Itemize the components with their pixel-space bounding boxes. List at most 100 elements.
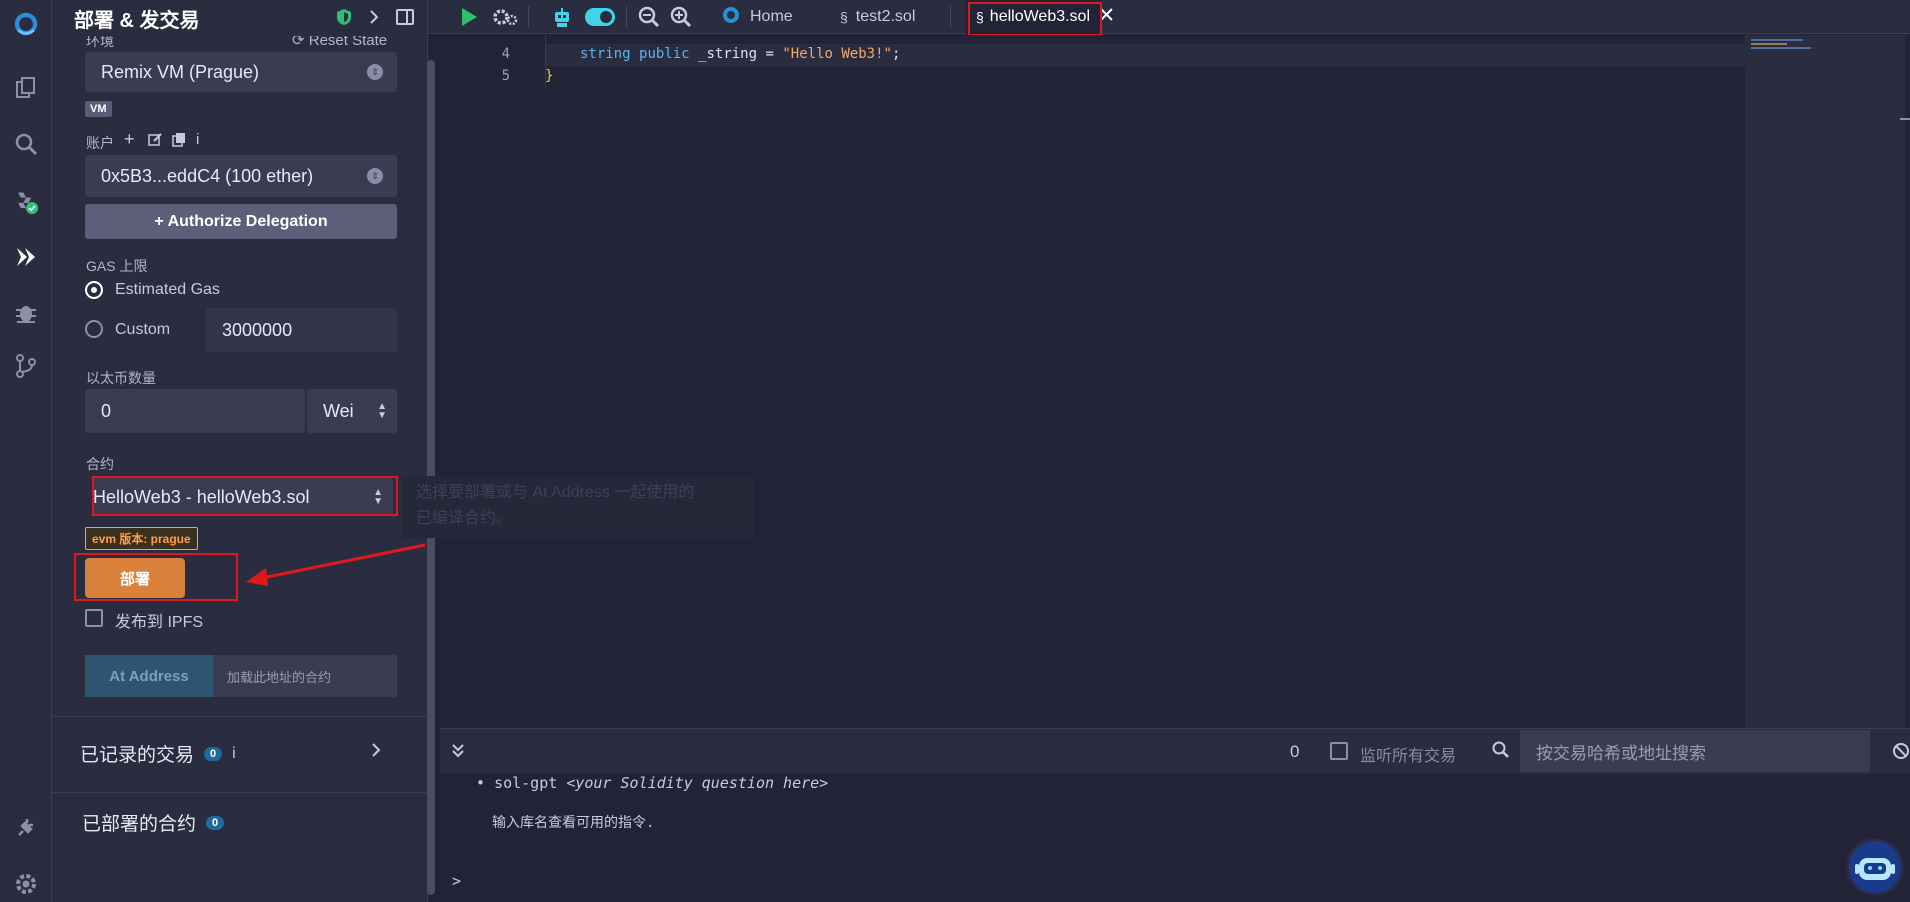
deploy-run-icon[interactable] bbox=[0, 237, 52, 277]
custom-gas-radio[interactable] bbox=[85, 320, 103, 338]
file-explorer-icon[interactable] bbox=[0, 68, 52, 108]
code-keyword: string bbox=[580, 46, 631, 62]
recorded-transactions-header[interactable]: 已记录的交易 0 i bbox=[80, 740, 236, 767]
recorded-transactions-title: 已记录的交易 bbox=[80, 745, 195, 766]
code-brace: } bbox=[545, 68, 554, 84]
settings-gear-icon[interactable] bbox=[0, 864, 52, 902]
tab-separator bbox=[626, 6, 627, 28]
code-line: string public _string = "Hello Web3!"; bbox=[580, 46, 900, 62]
vm-badge: VM bbox=[85, 101, 112, 117]
terminal-command: sol-gpt bbox=[494, 774, 558, 792]
pending-tx-count: 0 bbox=[1290, 742, 1300, 761]
code-semicolon: ; bbox=[891, 46, 901, 62]
line-number: 4 bbox=[501, 46, 510, 62]
updown-arrow-icon: ▲ ▼ bbox=[377, 401, 387, 421]
tab-separator bbox=[528, 6, 529, 28]
ether-amount-input[interactable]: 0 bbox=[85, 389, 305, 433]
plugin-manager-icon[interactable] bbox=[0, 808, 52, 848]
gas-limit-label: GAS 上限 bbox=[86, 258, 148, 274]
icon-rail bbox=[0, 0, 52, 902]
listen-all-checkbox[interactable] bbox=[1330, 742, 1348, 760]
account-select[interactable]: 0x5B3...eddC4 (100 ether) ⇕ bbox=[85, 155, 397, 197]
run-play-icon[interactable] bbox=[460, 5, 478, 29]
account-value: 0x5B3...eddC4 (100 ether) bbox=[101, 165, 314, 186]
recorded-transactions-info-icon[interactable]: i bbox=[232, 745, 236, 763]
collapse-terminal-icon[interactable] bbox=[450, 742, 466, 763]
ether-unit-select[interactable]: Wei ▲ ▼ bbox=[307, 389, 397, 433]
line-number-gutter bbox=[440, 35, 545, 728]
ether-unit-value: Wei bbox=[323, 400, 354, 421]
deployed-contracts-title: 已部署的合约 bbox=[82, 814, 197, 835]
tab-home[interactable]: Home bbox=[710, 0, 805, 34]
ai-assistant-bot-icon[interactable] bbox=[1846, 838, 1904, 896]
terminal-prompt[interactable]: > bbox=[452, 872, 461, 890]
search-icon[interactable] bbox=[0, 124, 52, 164]
panel-title: 部署 & 发交易 bbox=[74, 9, 200, 32]
gas-limit-value: 3000000 bbox=[222, 319, 293, 340]
publish-ipfs-label: 发布到 IPFS bbox=[115, 614, 204, 631]
compile-settings-icon[interactable] bbox=[492, 5, 518, 29]
deploy-panel: 部署 & 发交易 环境 ⟳ Reset State Remix VM (Prag… bbox=[52, 0, 428, 902]
code-operator: = bbox=[765, 46, 774, 62]
tooltip-line: 选择要部署或与 At Address 一起使用的 bbox=[416, 484, 695, 501]
ai-robot-icon[interactable] bbox=[552, 5, 572, 29]
clear-terminal-icon[interactable] bbox=[1892, 742, 1910, 765]
terminal-output: • sol-gpt <your Solidity question here> … bbox=[440, 774, 1910, 902]
contract-label: 合约 bbox=[86, 456, 114, 472]
remix-home-icon bbox=[722, 6, 740, 29]
tooltip-line: 已编译合约。 bbox=[416, 510, 513, 527]
git-icon[interactable] bbox=[0, 346, 52, 386]
ether-amount-label: 以太币数量 bbox=[86, 370, 156, 386]
editor-minimap[interactable] bbox=[1745, 35, 1905, 728]
select-arrow-icon: ⇕ bbox=[367, 168, 383, 184]
section-divider bbox=[52, 716, 427, 717]
shield-icon[interactable] bbox=[336, 8, 352, 31]
debugger-icon[interactable] bbox=[0, 292, 52, 332]
line-number: 5 bbox=[501, 68, 510, 84]
chevron-right-icon[interactable] bbox=[368, 9, 380, 30]
panel-layout-icon[interactable] bbox=[396, 9, 414, 30]
terminal-arg: <your Solidity question here> bbox=[566, 774, 829, 792]
environment-select[interactable]: Remix VM (Prague) ⇕ bbox=[85, 52, 397, 92]
edit-icon[interactable] bbox=[148, 132, 163, 152]
editor-tab-bar: Home § test2.sol § helloWeb3.sol bbox=[428, 0, 1910, 36]
tx-search-input[interactable]: 按交易哈希或地址搜索 bbox=[1520, 730, 1870, 772]
code-identifier: _string bbox=[698, 46, 758, 62]
recorded-transactions-count: 0 bbox=[204, 746, 223, 761]
section-divider bbox=[52, 792, 427, 793]
at-address-button[interactable]: At Address bbox=[85, 655, 213, 697]
authorize-delegation-button[interactable]: + Authorize Delegation bbox=[85, 204, 397, 239]
remix-logo-icon[interactable] bbox=[0, 2, 52, 46]
at-address-input[interactable]: 加载此地址的合约 bbox=[213, 655, 397, 697]
terminal-bullet-line: • sol-gpt <your Solidity question here> bbox=[476, 774, 829, 792]
estimated-gas-radio[interactable] bbox=[85, 281, 103, 299]
add-account-icon[interactable]: + bbox=[124, 129, 135, 150]
zoom-out-icon[interactable] bbox=[638, 5, 660, 29]
terminal-hint: 输入库名查看可用的指令. bbox=[492, 815, 655, 831]
evm-version-badge: evm 版本: prague bbox=[85, 527, 198, 550]
annotation-arrow bbox=[246, 543, 426, 586]
custom-gas-label: Custom bbox=[115, 321, 171, 338]
estimated-gas-label: Estimated Gas bbox=[115, 281, 220, 298]
account-info-icon[interactable]: i bbox=[196, 131, 199, 148]
panel-header: 部署 & 发交易 bbox=[52, 0, 427, 36]
tab-test2-sol[interactable]: § test2.sol bbox=[828, 0, 927, 34]
code-modifier: public bbox=[639, 46, 690, 62]
code-editor[interactable] bbox=[440, 35, 1910, 728]
chevron-right-icon[interactable] bbox=[370, 742, 382, 763]
contract-tooltip: 选择要部署或与 At Address 一起使用的 已编译合约。 bbox=[402, 476, 754, 538]
gas-limit-input[interactable]: 3000000 bbox=[206, 308, 397, 352]
account-label: 账户 bbox=[86, 135, 114, 151]
code-string: "Hello Web3!" bbox=[782, 46, 892, 62]
contract-highlight-box bbox=[92, 476, 398, 516]
tab-separator bbox=[950, 6, 951, 28]
remix-ide: 部署 & 发交易 环境 ⟳ Reset State Remix VM (Prag… bbox=[0, 0, 1910, 902]
solidity-compiler-icon[interactable] bbox=[0, 182, 52, 222]
deployed-contracts-header[interactable]: 已部署的合约 0 bbox=[82, 809, 225, 836]
active-tab-highlight-box bbox=[968, 2, 1102, 36]
copy-icon[interactable] bbox=[172, 132, 186, 152]
publish-ipfs-checkbox[interactable] bbox=[85, 609, 103, 627]
environment-value: Remix VM (Prague) bbox=[101, 61, 260, 82]
zoom-in-icon[interactable] bbox=[670, 5, 692, 29]
ai-toggle-switch[interactable] bbox=[584, 5, 616, 29]
